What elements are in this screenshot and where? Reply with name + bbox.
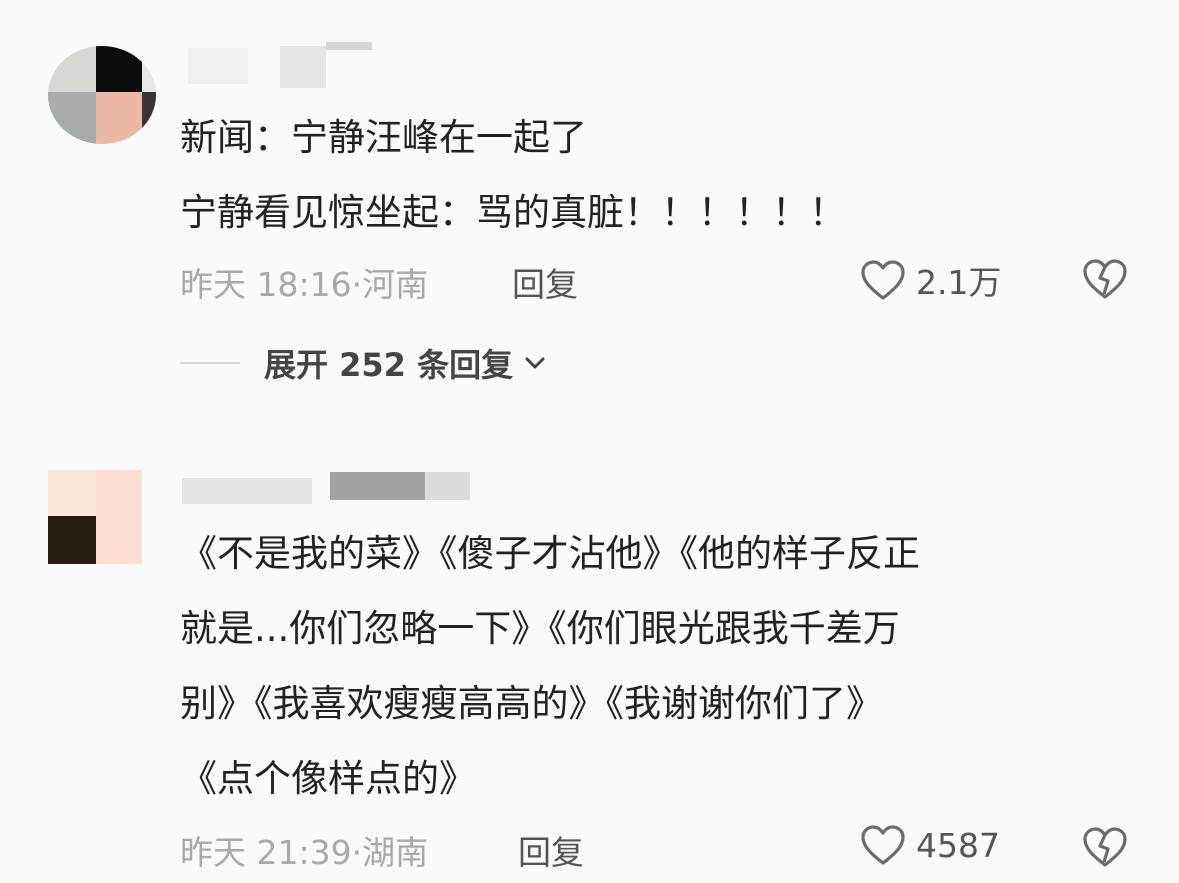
avatar-blur-tile <box>48 516 96 564</box>
timestamp: 昨天 21:39 <box>180 833 352 872</box>
comment-line: 新闻：宁静汪峰在一起了 <box>180 116 587 159</box>
like-button[interactable]: 4587 <box>860 824 1000 866</box>
reply-button[interactable]: 回复 <box>512 258 578 306</box>
comment-1: 新闻：宁静汪峰在一起了 宁静看见惊坐起：骂的真脏！！！！！！ 昨天 18:16·… <box>0 0 1179 420</box>
expand-replies-label: 展开 252 条回复 <box>264 346 514 384</box>
comment-line: 《不是我的菜》《傻子才沾他》《他的样子反正 <box>180 532 920 575</box>
avatar-blur-tile <box>142 92 156 144</box>
comment-text: 新闻：宁静汪峰在一起了 宁静看见惊坐起：骂的真脏！！！！！！ <box>180 100 846 250</box>
avatar-blur-tile <box>142 46 156 92</box>
comment-line: 宁静看见惊坐起：骂的真脏！！！！！！ <box>180 191 846 234</box>
comment-meta: 昨天 21:39·湖南 <box>180 826 428 874</box>
username-blur <box>280 46 326 88</box>
avatar[interactable] <box>48 470 142 564</box>
avatar-blur-tile <box>96 470 142 516</box>
username-blur[interactable] <box>182 478 312 504</box>
broken-heart-icon[interactable] <box>1082 258 1128 300</box>
username-blur <box>330 472 425 500</box>
like-count: 4587 <box>916 825 1000 865</box>
username-blur <box>326 42 372 50</box>
chevron-down-icon <box>525 357 545 369</box>
avatar-blur-tile <box>96 46 142 92</box>
heart-outline-icon <box>861 260 905 300</box>
like-count: 2.1万 <box>916 263 1002 302</box>
timestamp: 昨天 18:16 <box>180 265 352 304</box>
avatar-blur-tile <box>96 92 142 144</box>
expand-replies-button[interactable]: 展开 252 条回复 <box>180 340 547 386</box>
meta-separator: · <box>351 833 363 872</box>
location: 湖南 <box>362 833 429 872</box>
comment-line: 别》《我喜欢瘦瘦高高的》《我谢谢你们了》 <box>180 682 883 725</box>
comment-2: 《不是我的菜》《傻子才沾他》《他的样子反正 就是...你们忽略一下》《你们眼光跟… <box>0 420 1179 883</box>
avatar-blur-tile <box>96 516 142 564</box>
avatar-blur-tile <box>48 470 96 516</box>
comment-meta: 昨天 18:16·河南 <box>180 258 428 306</box>
avatar-blur-tile <box>48 92 96 144</box>
like-button[interactable]: 2.1万 <box>860 256 1001 304</box>
comment-line: 《点个像样点的》 <box>180 757 476 800</box>
reply-button[interactable]: 回复 <box>518 826 584 874</box>
heart-outline-icon <box>861 825 905 865</box>
avatar-blur-tile <box>48 46 96 92</box>
meta-separator: · <box>351 265 363 304</box>
divider-line <box>180 362 240 364</box>
comment-line: 就是...你们忽略一下》《你们眼光跟我千差万 <box>180 607 900 650</box>
username-blur <box>425 472 470 500</box>
comment-text: 《不是我的菜》《傻子才沾他》《他的样子反正 就是...你们忽略一下》《你们眼光跟… <box>180 516 920 816</box>
broken-heart-icon[interactable] <box>1082 826 1128 868</box>
username-blur[interactable] <box>188 48 248 84</box>
location: 河南 <box>362 265 429 304</box>
avatar[interactable] <box>48 46 156 144</box>
